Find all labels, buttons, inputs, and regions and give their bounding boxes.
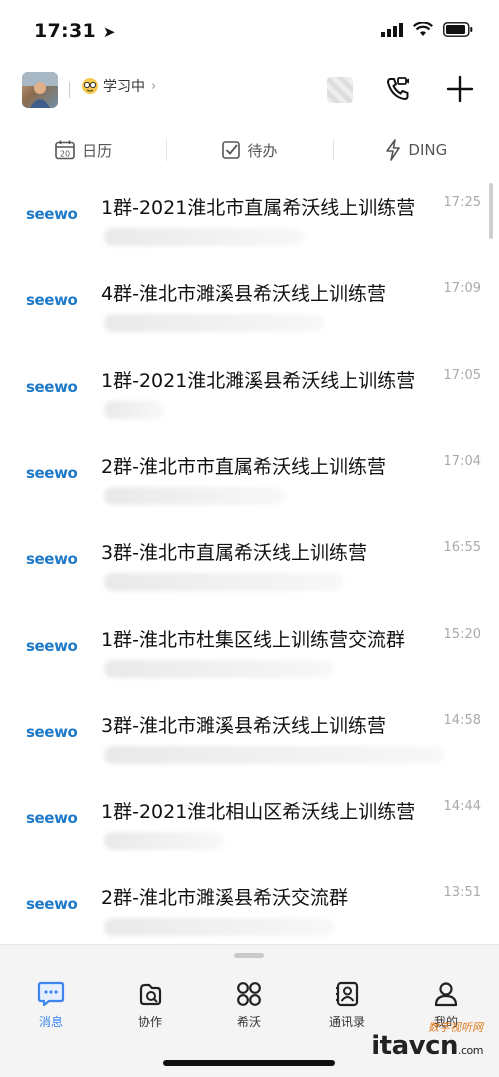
chat-row[interactable]: seewo 1群-2021淮北市直属希沃线上训练营 17:25	[0, 180, 499, 266]
chat-row[interactable]: seewo 3群-淮北市濉溪县希沃线上训练营 14:58	[0, 698, 499, 784]
tab-label: 通讯录	[328, 1015, 365, 1029]
chat-title: 4群-淮北市濉溪县希沃线上训练营	[101, 283, 386, 306]
chat-timestamp: 13:51	[443, 885, 481, 901]
ding-label: DING	[408, 141, 448, 159]
seewo-logo-icon: seewo	[26, 550, 78, 569]
chat-row[interactable]: seewo 2群-淮北市市直属希沃线上训练营 17:04	[0, 439, 499, 525]
watermark: itavcn.com	[371, 1031, 483, 1061]
todo-shortcut[interactable]: 待办	[166, 126, 332, 174]
chat-row[interactable]: seewo 1群-2021淮北相山区希沃线上训练营 14:44	[0, 784, 499, 870]
chat-timestamp: 14:58	[443, 712, 481, 728]
chat-timestamp: 17:05	[443, 367, 481, 383]
blurred-message-preview	[104, 228, 304, 246]
status-bar: 17:31 ➤	[0, 0, 499, 64]
clock-time: 17:31 ➤	[34, 20, 116, 42]
todo-label: 待办	[247, 141, 278, 160]
chat-timestamp: 17:09	[443, 281, 481, 297]
blurred-message-preview	[104, 573, 344, 592]
tab-label: 消息	[38, 1015, 63, 1029]
seewo-logo-icon: seewo	[26, 377, 78, 396]
plus-icon	[446, 75, 474, 103]
chat-row[interactable]: seewo 1群-淮北市杜集区线上训练营交流群 15:20	[0, 612, 499, 698]
blurred-message-preview	[104, 832, 224, 851]
seewo-logo-icon: seewo	[26, 636, 78, 655]
quick-actions-bar: 20 日历 待办 DING	[0, 126, 499, 174]
tab-contacts[interactable]: 通讯录	[307, 979, 387, 1030]
tab-label: 协作	[137, 1015, 162, 1029]
avatar[interactable]	[22, 72, 58, 108]
collaboration-icon	[139, 983, 162, 1006]
blurred-message-preview	[104, 659, 334, 678]
chat-timestamp: 17:25	[443, 195, 481, 210]
chat-timestamp: 14:44	[443, 799, 481, 815]
seewo-logo-icon: seewo	[26, 463, 78, 482]
app-header: 学习中 ›	[0, 64, 499, 120]
drag-handle[interactable]	[234, 953, 264, 958]
profile-icon	[434, 982, 458, 1007]
presence-label: 学习中	[103, 79, 145, 95]
chat-timestamp: 15:20	[443, 626, 481, 642]
chat-title: 3群-淮北市直属希沃线上训练营	[101, 542, 367, 565]
tab-messages[interactable]: 消息	[11, 979, 91, 1030]
chat-title: 1群-淮北市杜集区线上训练营交流群	[101, 628, 405, 651]
glasses-emoji-icon	[82, 78, 98, 94]
chat-row[interactable]: seewo 4群-淮北市濉溪县希沃线上训练营 17:09	[0, 266, 499, 352]
chat-timestamp: 17:04	[443, 453, 481, 469]
wifi-icon	[413, 22, 433, 36]
chat-timestamp: 16:55	[443, 540, 481, 556]
header-divider	[69, 82, 70, 98]
chat-title: 2群-淮北市濉溪县希沃交流群	[101, 887, 348, 910]
bottom-tab-bar: 消息 协作 希沃 通讯录 我的 数字视听网 itavcn.com	[0, 944, 499, 1077]
blurred-message-preview	[104, 400, 164, 419]
chevron-right-icon: ›	[151, 78, 157, 94]
chat-row[interactable]: seewo 3群-淮北市直属希沃线上训练营 16:55	[0, 525, 499, 611]
blurred-message-preview	[104, 745, 444, 764]
video-phone-icon	[386, 77, 409, 101]
tab-seewo[interactable]: 希沃	[209, 979, 289, 1030]
seewo-logo-icon: seewo	[26, 291, 78, 310]
chat-title: 1群-2021淮北濉溪县希沃线上训练营	[101, 369, 416, 392]
chat-list[interactable]: seewo 1群-2021淮北市直属希沃线上训练营 17:25 seewo 4群-淮北市…	[0, 180, 499, 945]
seewo-logo-icon: seewo	[26, 722, 78, 741]
calendar-day: 20	[60, 150, 70, 159]
video-call-button[interactable]	[383, 74, 413, 104]
blurred-message-preview	[104, 918, 334, 937]
battery-icon	[443, 22, 473, 37]
apps-grid-icon	[237, 982, 261, 1006]
chat-row[interactable]: seewo 1群-2021淮北濉溪县希沃线上训练营 17:05	[0, 353, 499, 439]
seewo-logo-icon: seewo	[26, 205, 78, 223]
blurred-icon	[327, 77, 353, 103]
watermark-suffix: .com	[458, 1044, 484, 1057]
calendar-icon: 20	[55, 140, 75, 160]
calendar-label: 日历	[82, 141, 113, 160]
cellular-signal-icon	[381, 22, 403, 37]
calendar-shortcut[interactable]: 20 日历	[0, 126, 166, 174]
chat-title: 1群-2021淮北市直属希沃线上训练营	[101, 197, 416, 219]
ding-lightning-icon	[386, 139, 401, 161]
seewo-logo-icon: seewo	[26, 895, 78, 914]
blurred-message-preview	[104, 486, 284, 505]
chat-row[interactable]: seewo 2群-淮北市濉溪县希沃交流群 13:51	[0, 870, 499, 945]
scrollbar[interactable]	[489, 183, 493, 239]
blurred-message-preview	[104, 314, 324, 333]
watermark-text: itavcn	[371, 1031, 458, 1061]
chat-title: 3群-淮北市濉溪县希沃线上训练营	[101, 714, 386, 737]
contacts-icon	[336, 981, 359, 1007]
presence-status[interactable]: 学习中 ›	[81, 76, 156, 96]
tab-label: 希沃	[236, 1015, 261, 1029]
todo-check-icon	[222, 141, 241, 159]
status-icons	[381, 22, 473, 37]
tab-collaboration[interactable]: 协作	[110, 979, 190, 1030]
ding-shortcut[interactable]: DING	[332, 126, 499, 174]
home-indicator[interactable]	[163, 1060, 335, 1066]
seewo-logo-icon: seewo	[26, 809, 78, 828]
chat-title: 2群-淮北市市直属希沃线上训练营	[101, 455, 386, 478]
add-button[interactable]	[445, 74, 475, 104]
chat-title: 1群-2021淮北相山区希沃线上训练营	[101, 801, 416, 824]
message-icon	[37, 981, 65, 1007]
